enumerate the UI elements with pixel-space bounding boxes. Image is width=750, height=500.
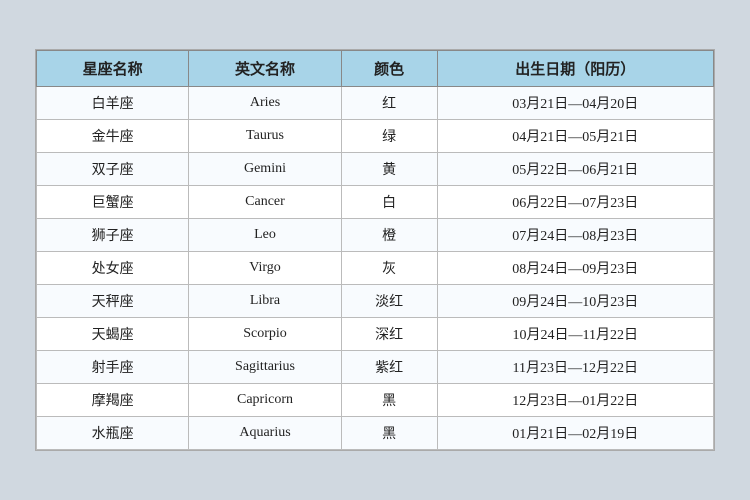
cell-6-1: Libra	[189, 285, 341, 318]
cell-6-3: 09月24日—10月23日	[437, 285, 713, 318]
cell-3-2: 白	[341, 186, 437, 219]
cell-6-0: 天秤座	[37, 285, 189, 318]
cell-8-1: Sagittarius	[189, 351, 341, 384]
cell-4-0: 狮子座	[37, 219, 189, 252]
cell-7-2: 深红	[341, 318, 437, 351]
cell-10-1: Aquarius	[189, 417, 341, 450]
cell-4-1: Leo	[189, 219, 341, 252]
header-color: 颜色	[341, 51, 437, 87]
cell-5-0: 处女座	[37, 252, 189, 285]
cell-1-3: 04月21日—05月21日	[437, 120, 713, 153]
table-row: 金牛座Taurus绿04月21日—05月21日	[37, 120, 714, 153]
table-header-row: 星座名称 英文名称 颜色 出生日期（阳历）	[37, 51, 714, 87]
cell-8-3: 11月23日—12月22日	[437, 351, 713, 384]
cell-10-3: 01月21日—02月19日	[437, 417, 713, 450]
cell-1-0: 金牛座	[37, 120, 189, 153]
zodiac-table-container: 星座名称 英文名称 颜色 出生日期（阳历） 白羊座Aries红03月21日—04…	[35, 49, 715, 451]
cell-0-3: 03月21日—04月20日	[437, 87, 713, 120]
cell-9-2: 黑	[341, 384, 437, 417]
cell-3-0: 巨蟹座	[37, 186, 189, 219]
table-row: 摩羯座Capricorn黑12月23日—01月22日	[37, 384, 714, 417]
cell-5-3: 08月24日—09月23日	[437, 252, 713, 285]
cell-2-0: 双子座	[37, 153, 189, 186]
cell-8-0: 射手座	[37, 351, 189, 384]
table-row: 射手座Sagittarius紫红11月23日—12月22日	[37, 351, 714, 384]
table-row: 天蝎座Scorpio深红10月24日—11月22日	[37, 318, 714, 351]
cell-1-2: 绿	[341, 120, 437, 153]
cell-7-0: 天蝎座	[37, 318, 189, 351]
cell-2-2: 黄	[341, 153, 437, 186]
table-row: 白羊座Aries红03月21日—04月20日	[37, 87, 714, 120]
table-row: 水瓶座Aquarius黑01月21日—02月19日	[37, 417, 714, 450]
cell-5-1: Virgo	[189, 252, 341, 285]
cell-1-1: Taurus	[189, 120, 341, 153]
table-row: 处女座Virgo灰08月24日—09月23日	[37, 252, 714, 285]
table-row: 巨蟹座Cancer白06月22日—07月23日	[37, 186, 714, 219]
table-row: 天秤座Libra淡红09月24日—10月23日	[37, 285, 714, 318]
header-chinese-name: 星座名称	[37, 51, 189, 87]
cell-10-2: 黑	[341, 417, 437, 450]
zodiac-table: 星座名称 英文名称 颜色 出生日期（阳历） 白羊座Aries红03月21日—04…	[36, 50, 714, 450]
cell-0-2: 红	[341, 87, 437, 120]
cell-9-3: 12月23日—01月22日	[437, 384, 713, 417]
cell-9-1: Capricorn	[189, 384, 341, 417]
cell-4-3: 07月24日—08月23日	[437, 219, 713, 252]
cell-7-1: Scorpio	[189, 318, 341, 351]
cell-9-0: 摩羯座	[37, 384, 189, 417]
table-row: 狮子座Leo橙07月24日—08月23日	[37, 219, 714, 252]
cell-3-3: 06月22日—07月23日	[437, 186, 713, 219]
header-birthdate: 出生日期（阳历）	[437, 51, 713, 87]
table-body: 白羊座Aries红03月21日—04月20日金牛座Taurus绿04月21日—0…	[37, 87, 714, 450]
cell-0-1: Aries	[189, 87, 341, 120]
cell-4-2: 橙	[341, 219, 437, 252]
cell-10-0: 水瓶座	[37, 417, 189, 450]
cell-2-1: Gemini	[189, 153, 341, 186]
header-english-name: 英文名称	[189, 51, 341, 87]
cell-6-2: 淡红	[341, 285, 437, 318]
cell-3-1: Cancer	[189, 186, 341, 219]
cell-7-3: 10月24日—11月22日	[437, 318, 713, 351]
cell-5-2: 灰	[341, 252, 437, 285]
cell-2-3: 05月22日—06月21日	[437, 153, 713, 186]
table-row: 双子座Gemini黄05月22日—06月21日	[37, 153, 714, 186]
cell-0-0: 白羊座	[37, 87, 189, 120]
cell-8-2: 紫红	[341, 351, 437, 384]
